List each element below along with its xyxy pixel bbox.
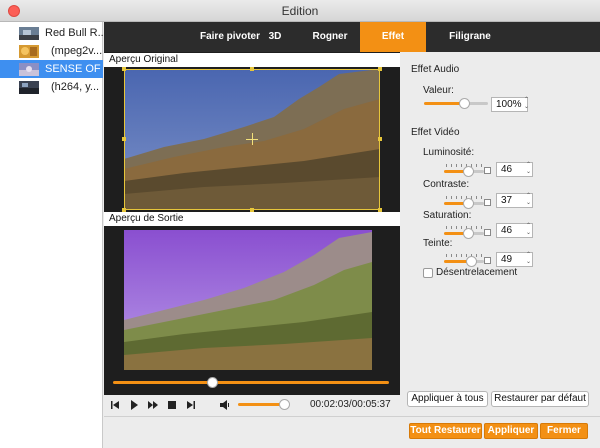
crop-handle[interactable] <box>250 67 254 71</box>
brightness-slider-knob[interactable] <box>463 166 474 177</box>
file-item-label: SENSE OF ... <box>45 63 103 75</box>
skip-back-icon[interactable] <box>109 399 121 411</box>
apply-button[interactable]: Appliquer <box>484 423 538 439</box>
edit-tab-bar: Faire pivoter 3D Rogner Effet Filigrane <box>104 22 600 52</box>
tab-watermark[interactable]: Filigrane <box>436 22 504 52</box>
playback-progress-bar[interactable] <box>113 381 389 384</box>
restore-all-button[interactable]: Tout Restaurer <box>409 423 482 439</box>
audio-volume-slider-knob[interactable] <box>459 98 470 109</box>
video-effect-title: Effet Vidéo <box>411 127 460 138</box>
hue-label: Teinte: <box>423 238 453 249</box>
output-preview-label: Aperçu de Sortie <box>104 212 400 226</box>
apply-to-all-button[interactable]: Appliquer à tous <box>407 391 488 407</box>
title-bar: Edition <box>0 0 600 22</box>
skip-forward-icon[interactable] <box>185 399 197 411</box>
restore-default-button[interactable]: Restaurer par défaut <box>491 391 589 407</box>
video-thumbnail-icon <box>19 45 39 58</box>
crop-handle[interactable] <box>122 67 126 71</box>
saturation-label: Saturation: <box>423 210 472 221</box>
deinterlace-checkbox[interactable] <box>423 268 433 278</box>
contrast-slider-knob[interactable] <box>463 198 474 209</box>
tab-effect[interactable]: Effet <box>360 22 426 52</box>
audio-value-stepper[interactable]: ⌃ ⌄ <box>523 97 530 112</box>
audio-effect-title: Effet Audio <box>411 64 460 75</box>
hue-stepper[interactable]: ⌃ ⌄ <box>525 252 532 267</box>
file-item-codec-info[interactable]: (mpeg2v... <box>0 42 103 60</box>
saturation-slider-knob[interactable] <box>463 228 474 239</box>
saturation-slider-end <box>484 229 491 236</box>
hue-slider-knob[interactable] <box>466 256 477 267</box>
original-preview-label: Aperçu Original <box>104 53 400 67</box>
file-list-sidebar: Red Bull R... (mpeg2v... SENSE OF ... (h… <box>0 22 103 448</box>
crop-handle[interactable] <box>378 67 382 71</box>
brightness-label: Luminosité: <box>423 147 475 158</box>
file-item-label: (h264, y... <box>51 81 100 93</box>
video-thumbnail-icon <box>19 27 39 40</box>
tab-crop[interactable]: Rogner <box>302 22 358 52</box>
video-thumbnail-icon <box>19 81 39 94</box>
file-item-redbull[interactable]: Red Bull R... <box>0 24 103 42</box>
stop-icon[interactable] <box>166 399 178 411</box>
output-preview-image <box>124 230 372 370</box>
crop-handle[interactable] <box>122 137 126 141</box>
edition-window: Edition Red Bull R... (mpeg2v... SENSE O… <box>0 0 600 448</box>
file-item-sense-of[interactable]: SENSE OF ... <box>0 60 103 78</box>
saturation-stepper[interactable]: ⌃ ⌄ <box>525 223 532 238</box>
brightness-slider-end <box>484 167 491 174</box>
fast-forward-icon[interactable] <box>147 399 159 411</box>
contrast-label: Contraste: <box>423 179 470 190</box>
hue-slider-ticks <box>446 254 484 257</box>
brightness-stepper[interactable]: ⌃ ⌄ <box>525 162 532 177</box>
tab-rotate[interactable]: Faire pivoter <box>190 22 270 52</box>
hue-slider-end <box>484 257 491 264</box>
play-icon[interactable] <box>128 399 140 411</box>
volume-icon[interactable] <box>219 399 231 411</box>
deinterlace-label: Désentrelacement <box>436 267 518 278</box>
video-thumbnail-icon <box>19 63 39 76</box>
close-button[interactable]: Fermer <box>540 423 588 439</box>
contrast-slider-end <box>484 199 491 206</box>
window-title: Edition <box>281 4 319 18</box>
file-item-label: Red Bull R... <box>45 27 103 39</box>
time-display: 00:02:03/00:05:37 <box>310 399 391 410</box>
file-item-label: (mpeg2v... <box>51 45 103 57</box>
tab-3d[interactable]: 3D <box>260 22 290 52</box>
close-window-button[interactable] <box>8 5 20 17</box>
contrast-stepper[interactable]: ⌃ ⌄ <box>525 193 532 208</box>
crosshair-icon <box>252 133 253 145</box>
audio-value-label: Valeur: <box>423 85 454 96</box>
crop-handle[interactable] <box>378 137 382 141</box>
file-item-codec-info[interactable]: (h264, y... <box>0 78 103 96</box>
